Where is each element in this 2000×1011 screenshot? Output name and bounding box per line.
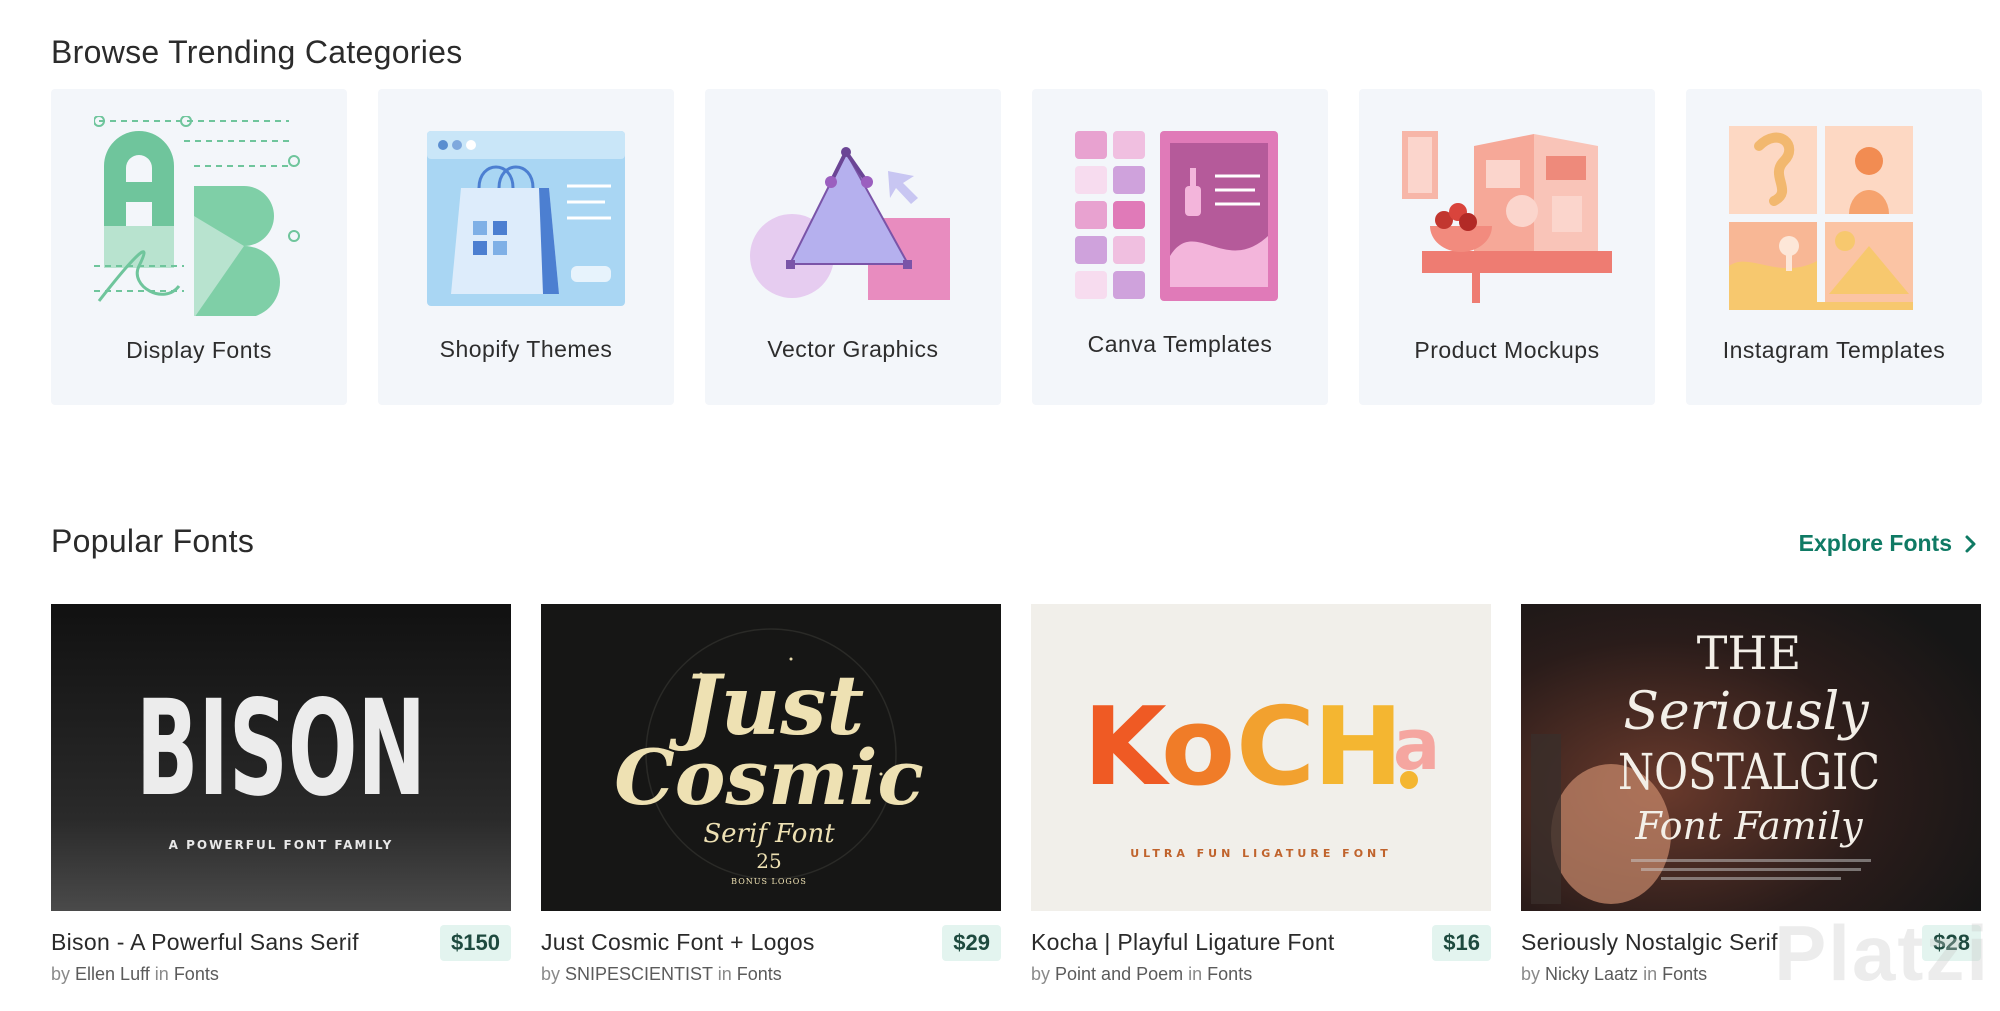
product-thumbnail[interactable]: Just Cosmic Serif Font 25 BONUS LOGOS [541, 604, 1001, 911]
product-title[interactable]: Just Cosmic Font + Logos [541, 929, 921, 956]
svg-text:H: H [1313, 685, 1403, 810]
category-card-vector-graphics[interactable]: Vector Graphics [705, 89, 1001, 405]
preview-line1: THE [1697, 626, 1801, 680]
preview-line2: Cosmic [614, 733, 924, 822]
product-meta: by SNIPESCIENTIST in Fonts [541, 964, 782, 984]
category-label: Instagram Templates [1722, 337, 1946, 363]
explore-fonts-link[interactable]: Explore Fonts [1799, 530, 1978, 557]
instagram-templates-illustration [1729, 126, 1913, 310]
product-title[interactable]: Kocha | Playful Ligature Font [1031, 929, 1411, 956]
product-meta: by Point and Poem in Fonts [1031, 964, 1253, 984]
categories-heading: Browse Trending Categories [51, 34, 463, 70]
preview-tag: BONUS LOGOS [731, 877, 807, 886]
preview-heading: BISON [136, 672, 426, 826]
category-link[interactable]: Fonts [1662, 964, 1707, 984]
chevron-right-icon [1965, 535, 1976, 552]
category-label: Product Mockups [1414, 337, 1600, 363]
shopify-themes-illustration [427, 131, 625, 306]
just-cosmic-preview-image: Just Cosmic Serif Font 25 BONUS LOGOS [541, 604, 1001, 911]
preview-subtitle: ULTRA FUN LIGATURE FONT [1130, 847, 1392, 860]
product-meta: by Ellen Luff in Fonts [51, 964, 219, 984]
svg-text:C: C [1236, 685, 1315, 810]
product-thumbnail[interactable]: K o C H a ULTRA FUN LIGATURE FONT [1031, 604, 1491, 911]
svg-text:o: o [1161, 685, 1235, 810]
product-thumbnail[interactable]: THE Seriously NOSTALGIC Font Family [1521, 604, 1981, 911]
preview-number: 25 [756, 849, 781, 873]
explore-fonts-label: Explore Fonts [1798, 530, 1952, 556]
author-link[interactable]: Point and Poem [1055, 964, 1183, 984]
preview-line2: Seriously [1623, 682, 1869, 742]
category-link[interactable]: Fonts [174, 964, 219, 984]
product-meta: by Nicky Laatz in Fonts [1521, 964, 1708, 984]
vector-graphics-illustration [750, 147, 950, 300]
svg-text:a: a [1393, 704, 1440, 786]
preview-line4: Font Family [1634, 804, 1863, 848]
kocha-preview-image: K o C H a ULTRA FUN LIGATURE FONT [1031, 604, 1491, 911]
price-badge: $150 [440, 925, 511, 961]
canva-templates-illustration [1075, 131, 1278, 301]
category-card-canva-templates[interactable]: Canva Templates [1032, 89, 1328, 405]
price-badge: $16 [1432, 925, 1491, 961]
category-link[interactable]: Fonts [1207, 964, 1252, 984]
bison-preview-image: BISON A POWERFUL FONT FAMILY [51, 604, 511, 911]
category-card-shopify-themes[interactable]: Shopify Themes [378, 89, 674, 405]
seriously-nostalgic-preview-image: THE Seriously NOSTALGIC Font Family [1521, 604, 1981, 911]
category-card-display-fonts[interactable]: Display Fonts [51, 89, 347, 405]
author-link[interactable]: Ellen Luff [75, 964, 150, 984]
author-link[interactable]: Nicky Laatz [1545, 964, 1638, 984]
product-thumbnail[interactable]: BISON A POWERFUL FONT FAMILY [51, 604, 511, 911]
product-mockups-illustration [1402, 131, 1612, 303]
preview-subtitle: A POWERFUL FONT FAMILY [169, 838, 394, 852]
category-label: Display Fonts [126, 337, 272, 363]
category-label: Vector Graphics [767, 336, 939, 362]
category-card-instagram-templates[interactable]: Instagram Templates [1686, 89, 1982, 405]
popular-fonts-heading: Popular Fonts [51, 523, 255, 559]
category-label: Canva Templates [1087, 331, 1273, 357]
category-card-product-mockups[interactable]: Product Mockups [1359, 89, 1655, 405]
svg-text:K: K [1083, 685, 1170, 810]
preview-line3: NOSTALGIC [1618, 743, 1880, 801]
categories-row: Display Fonts Shopify Themes Vector Grap… [51, 89, 1983, 405]
kocha-preview-heading: K o C H a [1083, 685, 1440, 810]
category-link[interactable]: Fonts [737, 964, 782, 984]
category-label: Shopify Themes [439, 336, 613, 362]
price-badge: $29 [942, 925, 1001, 961]
preview-subtitle: Serif Font [703, 819, 835, 849]
platzi-watermark: Platzi [1774, 909, 1990, 997]
display-fonts-illustration [94, 116, 300, 316]
product-title[interactable]: Bison - A Powerful Sans Serif [51, 929, 431, 956]
author-link[interactable]: SNIPESCIENTIST [565, 964, 713, 984]
